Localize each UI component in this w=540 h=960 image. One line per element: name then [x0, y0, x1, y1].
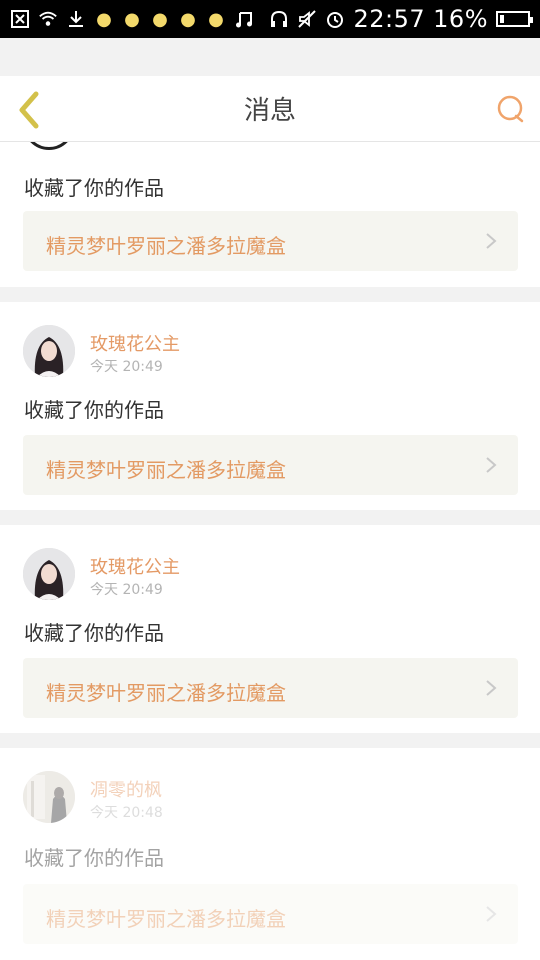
- status-bar: ● ● ● ● ● 22:57 16%: [0, 0, 540, 38]
- close-box-icon: [10, 9, 30, 29]
- message-item: 凋零的枫 今天 20:48 收藏了你的作品 精灵梦叶罗丽之潘多拉魔盒: [0, 748, 540, 960]
- work-link[interactable]: 精灵梦叶罗丽之潘多拉魔盒: [23, 884, 518, 944]
- bulb-icon: ●: [124, 8, 140, 30]
- message-time: 今天 20:49: [90, 582, 163, 598]
- avatar[interactable]: [23, 142, 75, 150]
- search-icon[interactable]: [496, 94, 526, 124]
- work-link[interactable]: 精灵梦叶罗丽之潘多拉魔盒: [23, 658, 518, 718]
- message-username[interactable]: 凋零的枫: [90, 776, 162, 802]
- avatar[interactable]: [23, 548, 75, 600]
- partial-avatar-clip: [0, 142, 540, 150]
- chevron-right-icon: [484, 905, 498, 923]
- work-title: 精灵梦叶罗丽之潘多拉魔盒: [46, 234, 286, 258]
- mute-icon: [297, 9, 317, 29]
- bulb-icon: ●: [208, 8, 224, 30]
- wifi-icon: [38, 9, 58, 29]
- work-link[interactable]: 精灵梦叶罗丽之潘多拉魔盒: [23, 435, 518, 495]
- message-item: 玫瑰花公主 今天 20:49 收藏了你的作品 精灵梦叶罗丽之潘多拉魔盒: [0, 302, 540, 510]
- chevron-right-icon: [484, 679, 498, 697]
- message-username[interactable]: 玫瑰花公主: [90, 553, 180, 579]
- work-title: 精灵梦叶罗丽之潘多拉魔盒: [46, 681, 286, 705]
- battery-level: [500, 15, 504, 23]
- avatar[interactable]: [23, 771, 75, 823]
- message-item: 玫瑰花公主 今天 20:49 收藏了你的作品 精灵梦叶罗丽之潘多拉魔盒: [0, 525, 540, 733]
- work-title: 精灵梦叶罗丽之潘多拉魔盒: [46, 907, 286, 931]
- work-title: 精灵梦叶罗丽之潘多拉魔盒: [46, 458, 286, 482]
- bulb-icon: ●: [180, 8, 196, 30]
- bulb-icon: ●: [96, 8, 112, 30]
- alarm-icon: [325, 9, 345, 29]
- work-link[interactable]: 精灵梦叶罗丽之潘多拉魔盒: [23, 211, 518, 271]
- battery-icon: [496, 11, 533, 27]
- message-time: 今天 20:48: [90, 805, 163, 821]
- status-icons-left: ● ● ● ● ●: [10, 8, 254, 30]
- chevron-right-icon: [484, 232, 498, 250]
- bulb-icon: ●: [152, 8, 168, 30]
- music-note-icon: [234, 9, 254, 29]
- page-title: 消息: [243, 96, 296, 126]
- message-item: 收藏了你的作品 精灵梦叶罗丽之潘多拉魔盒: [0, 142, 540, 287]
- message-action: 收藏了你的作品: [24, 398, 164, 422]
- battery-percent: 16%: [433, 5, 488, 33]
- headphone-icon: [269, 9, 289, 29]
- back-chevron-icon[interactable]: [14, 90, 44, 130]
- status-time: 22:57: [353, 5, 426, 33]
- message-action: 收藏了你的作品: [24, 176, 164, 200]
- message-username[interactable]: 玫瑰花公主: [90, 330, 180, 356]
- top-spacer: [0, 38, 540, 76]
- message-action: 收藏了你的作品: [24, 846, 164, 870]
- avatar[interactable]: [23, 325, 75, 377]
- message-time: 今天 20:49: [90, 359, 163, 375]
- download-icon: [66, 9, 86, 29]
- chevron-right-icon: [484, 456, 498, 474]
- message-action: 收藏了你的作品: [24, 621, 164, 645]
- status-icons-right: 22:57 16%: [269, 5, 533, 33]
- header-bar: 消息: [0, 76, 540, 142]
